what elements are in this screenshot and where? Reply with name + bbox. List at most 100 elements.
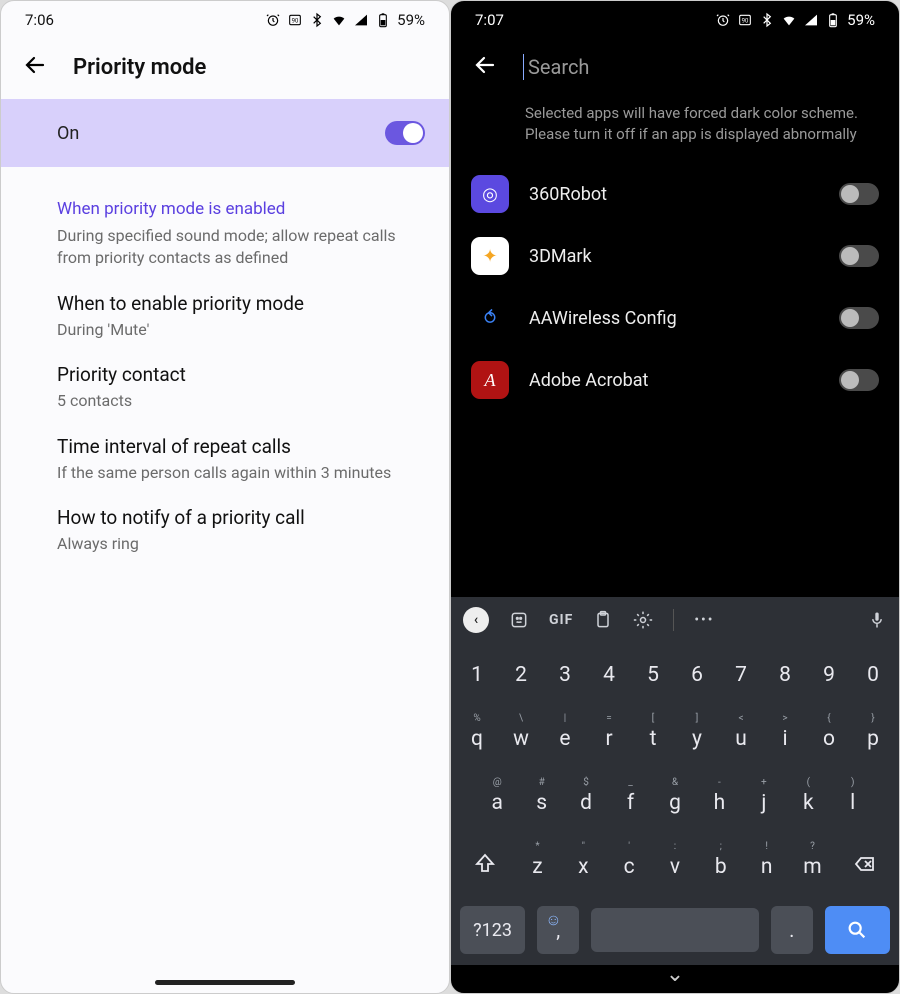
key-4[interactable]: 4 xyxy=(587,645,631,705)
key-m[interactable]: ?m xyxy=(790,837,836,897)
app-row-aawireless[interactable]: ⥀ AAWireless Config xyxy=(451,287,899,349)
setting-how-notify[interactable]: How to notify of a priority call Always … xyxy=(1,484,449,555)
setting-subtitle: 5 contacts xyxy=(57,390,425,412)
screen-hint: Selected apps will have forced dark colo… xyxy=(451,99,899,163)
app-toggle[interactable] xyxy=(839,369,879,391)
app-icon: ⥀ xyxy=(471,299,509,337)
key-t[interactable]: [t xyxy=(631,709,675,769)
key-n[interactable]: !n xyxy=(744,837,790,897)
key-f[interactable]: _f xyxy=(608,773,652,833)
setting-when-enable[interactable]: When to enable priority mode During 'Mut… xyxy=(1,270,449,341)
key-3[interactable]: 3 xyxy=(543,645,587,705)
app-toggle[interactable] xyxy=(839,307,879,329)
key-v[interactable]: :v xyxy=(652,837,698,897)
setting-subtitle: If the same person calls again within 3 … xyxy=(57,462,425,484)
key-w[interactable]: \w xyxy=(499,709,543,769)
key-8[interactable]: 8 xyxy=(763,645,807,705)
search-input[interactable] xyxy=(523,54,877,80)
app-row-3dmark[interactable]: ✦ 3DMark xyxy=(451,225,899,287)
keyboard-row-3: *z"x'c:v;b!n?m xyxy=(451,835,899,899)
clipboard-icon[interactable] xyxy=(593,610,613,630)
key-5[interactable]: 5 xyxy=(631,645,675,705)
master-toggle-label: On xyxy=(57,123,385,144)
key-b[interactable]: ;b xyxy=(698,837,744,897)
keyboard-toolbar: ‹ GIF ••• xyxy=(451,597,899,643)
nav-collapse-icon[interactable]: ⌄ xyxy=(666,962,684,987)
app-icon: ◎ xyxy=(471,175,509,213)
setting-title: How to notify of a priority call xyxy=(57,506,425,529)
app-row-acrobat[interactable]: A Adobe Acrobat xyxy=(451,349,899,411)
key-z[interactable]: *z xyxy=(515,837,561,897)
key-2[interactable]: 2 xyxy=(499,645,543,705)
nav-pill[interactable] xyxy=(155,980,295,985)
setting-title: When to enable priority mode xyxy=(57,292,425,315)
svg-text:90: 90 xyxy=(292,18,299,25)
key-6[interactable]: 6 xyxy=(675,645,719,705)
key-0[interactable]: 0 xyxy=(851,645,895,705)
comma-key[interactable]: ☺ , xyxy=(537,906,579,954)
key-q[interactable]: %q xyxy=(455,709,499,769)
app-name: 3DMark xyxy=(529,246,819,267)
alarm-icon xyxy=(265,12,281,28)
search-key[interactable] xyxy=(825,906,890,954)
key-g[interactable]: &g xyxy=(653,773,697,833)
key-e[interactable]: |e xyxy=(543,709,587,769)
key-1[interactable]: 1 xyxy=(455,645,499,705)
key-s[interactable]: #s xyxy=(519,773,563,833)
key-y[interactable]: ]y xyxy=(675,709,719,769)
key-p[interactable]: }p xyxy=(851,709,895,769)
key-i[interactable]: >i xyxy=(763,709,807,769)
setting-time-interval[interactable]: Time interval of repeat calls If the sam… xyxy=(1,413,449,484)
back-button[interactable] xyxy=(23,53,47,81)
keyboard-row-bottom: ?123 ☺ , . xyxy=(451,899,899,965)
shift-key[interactable] xyxy=(455,837,515,897)
symbols-key[interactable]: ?123 xyxy=(460,906,525,954)
key-j[interactable]: +j xyxy=(742,773,786,833)
app-row-360robot[interactable]: ◎ 360Robot xyxy=(451,163,899,225)
app-bar: Priority mode xyxy=(1,39,449,99)
status-bar: 7:06 90 59% xyxy=(1,1,449,39)
key-a[interactable]: @a xyxy=(475,773,519,833)
priority-mode-screen: 7:06 90 59% Priority mode On When priori… xyxy=(0,0,450,994)
key-h[interactable]: -h xyxy=(697,773,741,833)
master-toggle-switch[interactable] xyxy=(385,121,425,145)
battery-percent: 59% xyxy=(397,11,425,29)
mic-icon[interactable] xyxy=(867,610,887,630)
signal-icon xyxy=(353,12,369,28)
battery-icon xyxy=(375,12,391,28)
keyboard-collapse-button[interactable]: ‹ xyxy=(463,607,489,633)
page-title: Priority mode xyxy=(73,55,206,80)
alarm-icon xyxy=(715,12,731,28)
setting-priority-contact[interactable]: Priority contact 5 contacts xyxy=(1,341,449,412)
master-toggle-row[interactable]: On xyxy=(1,99,449,167)
more-icon[interactable]: ••• xyxy=(694,612,714,628)
status-bar: 7:07 90 59% xyxy=(451,1,899,39)
key-7[interactable]: 7 xyxy=(719,645,763,705)
separator xyxy=(673,609,674,631)
section-header-block: When priority mode is enabled During spe… xyxy=(1,167,449,270)
back-button[interactable] xyxy=(473,53,497,81)
key-d[interactable]: $d xyxy=(564,773,608,833)
key-o[interactable]: {o xyxy=(807,709,851,769)
refresh-rate-icon: 90 xyxy=(737,12,753,28)
key-9[interactable]: 9 xyxy=(807,645,851,705)
app-name: AAWireless Config xyxy=(529,308,819,329)
key-x[interactable]: "x xyxy=(560,837,606,897)
settings-icon[interactable] xyxy=(633,610,653,630)
sticker-icon[interactable] xyxy=(509,610,529,630)
gif-button[interactable]: GIF xyxy=(549,612,573,628)
app-toggle[interactable] xyxy=(839,183,879,205)
period-key[interactable]: . xyxy=(771,906,813,954)
wifi-icon xyxy=(331,12,347,28)
space-key[interactable] xyxy=(591,908,759,952)
key-r[interactable]: =r xyxy=(587,709,631,769)
key-u[interactable]: <u xyxy=(719,709,763,769)
key-c[interactable]: 'c xyxy=(606,837,652,897)
key-k[interactable]: (k xyxy=(786,773,830,833)
app-toggle[interactable] xyxy=(839,245,879,267)
keyboard-row-numbers: 1234567890 xyxy=(451,643,899,707)
backspace-key[interactable] xyxy=(835,837,895,897)
signal-icon xyxy=(803,12,819,28)
status-time: 7:07 xyxy=(475,11,504,29)
key-l[interactable]: )l xyxy=(831,773,875,833)
